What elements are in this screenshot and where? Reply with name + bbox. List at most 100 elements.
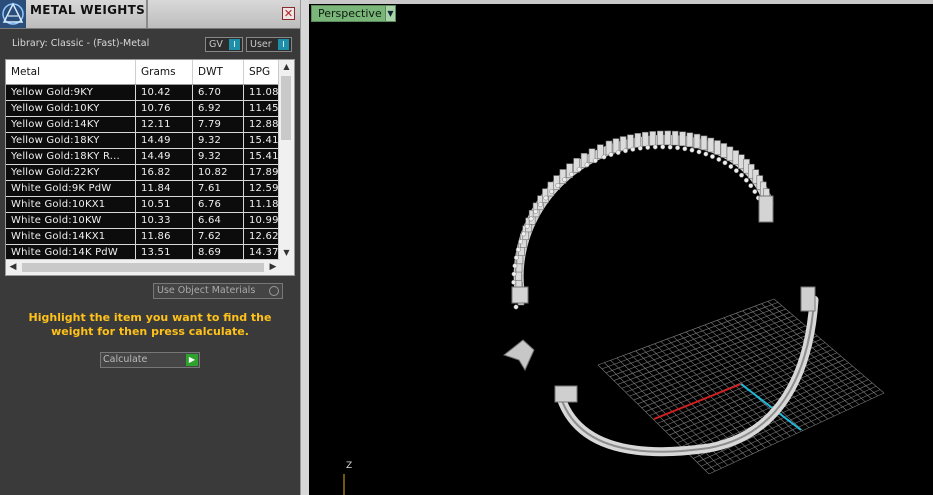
table-row[interactable]: Yellow Gold:18KY 14.49 9.32 15.41 [6,133,280,149]
ring-prong [679,131,686,147]
user-toggle[interactable]: User I [246,37,292,52]
table-row[interactable]: Yellow Gold:14KY 12.11 7.79 12.88 [6,117,280,133]
ring-bead [518,239,524,245]
table-row[interactable]: White Gold:14KX1 11.86 7.62 12.62 [6,229,280,245]
cell-dwt: 6.64 [193,213,244,228]
cell-metal: Yellow Gold:10KY [6,101,136,116]
cell-grams: 10.76 [136,101,193,116]
ring-bead [630,146,636,152]
horizontal-scrollbar[interactable]: ◀ ▶ [6,259,280,275]
ring-bead [689,147,695,153]
cell-spg: 11.08 [244,85,280,100]
gv-toggle-indicator: I [229,39,240,50]
ring-bead [521,231,527,237]
cell-metal: Yellow Gold:9KY [6,85,136,100]
table-row[interactable]: Yellow Gold:9KY 10.42 6.70 11.08 [6,85,280,101]
table-row[interactable]: Yellow Gold:10KY 10.76 6.92 11.45 [6,101,280,117]
ring-bead [652,144,658,150]
perspective-viewport[interactable]: Perspective ▼ Z [309,0,933,495]
ring-bead [696,149,702,155]
scroll-corner [279,260,294,275]
table-row[interactable]: White Gold:10KW 10.33 6.64 10.99 [6,213,280,229]
ring-bead [703,151,709,157]
cell-metal: White Gold:14K PdW [6,245,136,260]
ring-prong [656,130,664,146]
table-row[interactable]: White Gold:9K PdW 11.84 7.61 12.59 [6,181,280,197]
column-header-dwt[interactable]: DWT [193,60,244,84]
column-header-metal[interactable]: Metal [6,60,136,84]
ring-bead [511,279,517,285]
cell-dwt: 7.61 [193,181,244,196]
cell-spg: 15.41 [244,133,280,148]
scroll-left-icon[interactable]: ◀ [6,260,20,275]
grid-line [767,301,878,397]
cell-dwt: 7.62 [193,229,244,244]
ring-bead [615,150,621,155]
vertical-scrollbar[interactable]: ▲ ▼ [278,60,294,260]
table-row[interactable]: White Gold:10KX1 10.51 6.76 11.18 [6,197,280,213]
scroll-up-icon[interactable]: ▲ [279,60,294,74]
cell-spg: 12.59 [244,181,280,196]
ring-bead [675,145,681,151]
grid-line [773,298,885,394]
scroll-down-icon[interactable]: ▼ [279,246,294,260]
scroll-right-icon[interactable]: ▶ [266,260,280,275]
grid-line [708,392,885,475]
chevron-down-icon[interactable]: ▼ [385,5,396,22]
ring-bead [543,195,549,201]
column-header-spg[interactable]: SPG [244,60,280,84]
ring-bead [512,263,518,269]
ring-clasp-left [554,385,578,403]
column-header-grams[interactable]: Grams [136,60,193,84]
title-divider [146,0,148,28]
panel-titlebar[interactable]: METAL WEIGHTS ✕ [0,0,300,29]
gv-toggle[interactable]: GV I [205,37,243,52]
cell-dwt: 10.82 [193,165,244,180]
ring-prong [634,133,642,148]
cell-grams: 11.86 [136,229,193,244]
ring-bead [549,189,555,195]
table-header-row: Metal Grams DWT SPG [6,60,280,85]
ring-start-block [511,286,529,304]
ring-bead [722,160,728,166]
cell-spg: 11.18 [244,197,280,212]
ring-prong [627,134,634,150]
ring-bead [748,183,754,189]
cell-spg: 10.99 [244,213,280,228]
ring-bead [524,223,530,229]
horizontal-scroll-thumb[interactable] [22,263,264,272]
ring-prong [649,131,657,146]
ring-bead [569,171,575,177]
view-selector[interactable]: Perspective [311,5,395,22]
close-icon[interactable]: ✕ [282,7,295,20]
cell-spg: 17.89 [244,165,280,180]
cell-spg: 14.37 [244,245,280,260]
ring-upper-arc [513,135,774,301]
calculate-button[interactable]: Calculate ▶ [100,352,200,368]
cell-metal: White Gold:14KX1 [6,229,136,244]
ring-bead [584,162,590,168]
cell-dwt: 9.32 [193,133,244,148]
ring-bead [622,148,628,154]
use-object-materials-checkbox[interactable]: Use Object Materials [153,283,283,299]
cell-grams: 10.51 [136,197,193,212]
cell-metal: Yellow Gold:18KY [6,133,136,148]
ring-prong [732,150,740,165]
ring-prong [693,133,701,149]
table-row[interactable]: Yellow Gold:18KY R... 14.49 9.32 15.41 [6,149,280,165]
ring-prong [720,143,728,158]
ring-bead [752,189,758,195]
vertical-scroll-thumb[interactable] [281,76,291,140]
ring-bead [739,172,745,178]
user-toggle-indicator: I [278,39,289,50]
cell-spg: 15.41 [244,149,280,164]
ring-bead [576,166,582,172]
cell-metal: Yellow Gold:14KY [6,117,136,132]
ring-bead [660,144,666,150]
table-row[interactable]: Yellow Gold:22KY 16.82 10.82 17.89 [6,165,280,181]
ring-bead [562,177,567,183]
view-name: Perspective [318,7,382,20]
grid-line [742,310,853,408]
cell-grams: 13.51 [136,245,193,260]
user-toggle-label: User [250,39,272,50]
